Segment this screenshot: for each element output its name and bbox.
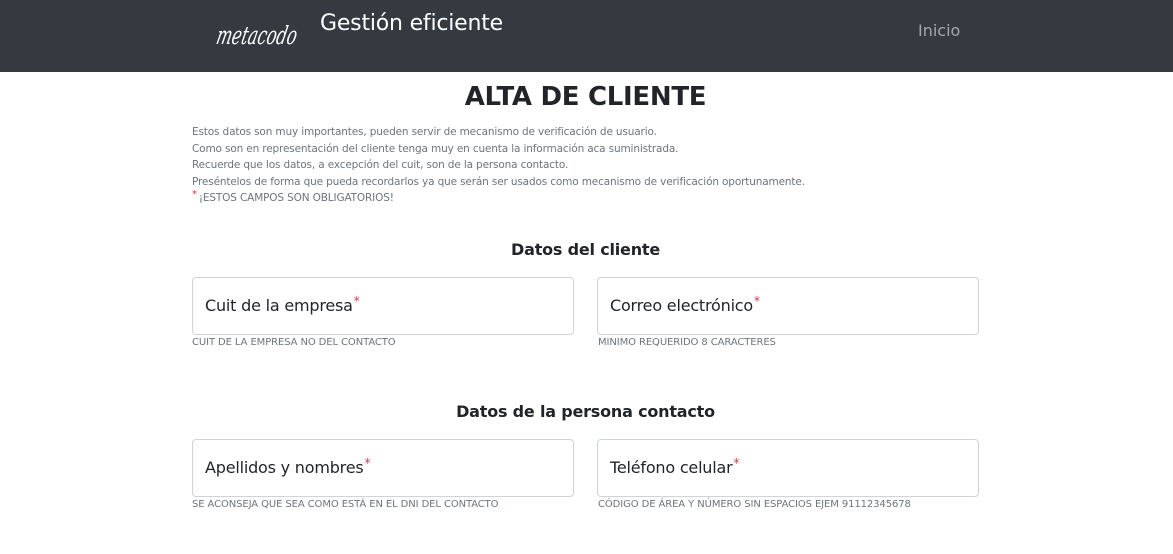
- required-star-icon: *: [192, 189, 197, 200]
- intro-text: Estos datos son muy importantes, pueden …: [192, 124, 992, 208]
- intro-line: Recuerde que los datos, a excepción del …: [192, 159, 569, 171]
- section-title-contacto: Datos de la persona contacto: [456, 402, 715, 421]
- nav-link-inicio[interactable]: Inicio: [918, 21, 960, 40]
- email-input[interactable]: [598, 278, 978, 334]
- cuit-input[interactable]: [193, 278, 573, 334]
- top-navbar: metacodo Gestión eficiente Inicio: [0, 0, 1173, 72]
- required-note-text: ¡ESTOS CAMPOS SON OBLIGATORIOS!: [198, 192, 394, 204]
- section-title-cliente: Datos del cliente: [511, 240, 660, 259]
- telefono-help-text: CÓDIGO DE ÁREA Y NÚMERO SIN ESPACIOS EJE…: [598, 499, 911, 510]
- page-title: ALTA DE CLIENTE: [464, 82, 707, 112]
- intro-line: Preséntelos de forma que pueda recordarl…: [192, 175, 805, 188]
- brand-logo[interactable]: metacodo: [214, 12, 304, 56]
- telefono-input[interactable]: [598, 440, 978, 496]
- email-field[interactable]: Correo electrónico*: [597, 277, 979, 335]
- intro-line: Como son en representación del cliente t…: [192, 142, 679, 155]
- nombre-input[interactable]: [193, 440, 573, 496]
- email-help-text: MINIMO REQUERIDO 8 CARACTERES: [598, 337, 776, 348]
- brand-logo-text: metacodo: [214, 21, 300, 50]
- telefono-field[interactable]: Teléfono celular*: [597, 439, 979, 497]
- nombre-help-text: SE ACONSEJA QUE SEA COMO ESTÁ EN EL DNI …: [192, 499, 499, 510]
- intro-line: Estos datos son muy importantes, pueden …: [192, 126, 657, 138]
- cuit-field[interactable]: Cuit de la empresa*: [192, 277, 574, 335]
- nombre-field[interactable]: Apellidos y nombres*: [192, 439, 574, 497]
- cuit-help-text: CUIT DE LA EMPRESA NO DEL CONTACTO: [192, 337, 396, 348]
- required-note: * ¡ESTOS CAMPOS SON OBLIGATORIOS!: [192, 189, 992, 208]
- brand-name[interactable]: Gestión eficiente: [320, 11, 503, 36]
